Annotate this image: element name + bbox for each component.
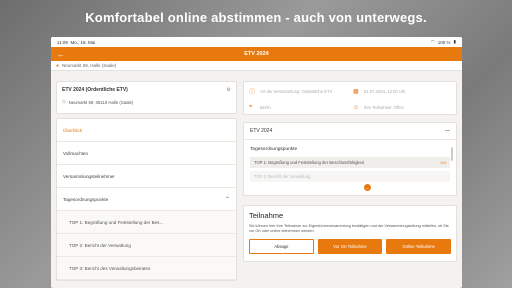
agenda-card: ETV 2024 — Tagesordnungspunkte TOP 1: Be… (243, 122, 457, 196)
chevron-up-icon: ⌃ (224, 196, 230, 203)
chevron-down-icon[interactable]: ⌄ (364, 184, 371, 191)
onsite-participation-button[interactable]: Vor Ort Teilnahme (317, 239, 383, 255)
settings-icon[interactable]: ⚙ (227, 87, 231, 93)
online-participation-button[interactable]: Online Teilnahme (386, 239, 452, 255)
event-address: Neumarkt 59, 06110 Halle (Saale) (68, 99, 134, 105)
info-circle-icon: ⓘ (249, 90, 256, 96)
nav-subitem-label: TOP 2: Bericht der Verwaltung (69, 242, 131, 248)
app-title: ETV 2024 (244, 51, 269, 57)
participation-card: Teilnahme Sie können hier Ihre Teilnahme… (243, 205, 457, 262)
calendar-icon: ▦ (353, 89, 359, 95)
participation-description: Sie können hier Ihre Teilnahme zur Eigen… (249, 224, 449, 234)
location-text: Neumarkt 59, Halle (Saale) (62, 63, 117, 68)
info-participation-text: Ihre Teilnahme: Offen (364, 105, 404, 110)
divider (244, 139, 456, 140)
collapse-icon[interactable]: — (445, 128, 450, 134)
info-city: ⌖ Berlin (249, 104, 347, 111)
battery-percent: 100 % (437, 39, 451, 45)
agenda-item-badge: 0/4 (440, 160, 446, 165)
nav-item-label: Vollmachten (63, 150, 89, 156)
event-info-card: ⓘ Art der Versammlung: Ordentliche ETV ▦… (243, 81, 457, 115)
nav-subitem-top3[interactable]: TOP 3: Bericht des Verwaltungsbeirates (57, 257, 236, 280)
info-city-text: Berlin (260, 105, 271, 110)
nav-item-label: Überblick (63, 127, 83, 133)
wifi-icon: ◠ (430, 39, 435, 44)
left-panel: ETV 2024 (Ordentliche ETV) ⚙ ⌂ Neumarkt … (56, 81, 237, 288)
info-datetime-text: 01.07.2024, 12:00 Uhr (364, 89, 406, 94)
app-bar: ← ETV 2024 (51, 47, 462, 61)
agenda-item-label: TOP 1: Begrüßung und Feststellung der Be… (254, 160, 364, 165)
decline-button[interactable]: Absage (249, 239, 314, 255)
person-icon: ☺ (353, 104, 360, 111)
arrow-left-icon[interactable]: ← (57, 50, 69, 59)
promo-headline: Komfortabel online abstimmen - auch von … (85, 10, 427, 25)
info-type-text: Art der Versammlung: Ordentliche ETV (260, 89, 333, 94)
status-bar: 11:09 Mo., 18. Mai ◠ 100 % ▮ (51, 37, 462, 47)
right-panel: ⓘ Art der Versammlung: Ordentliche ETV ▦… (243, 81, 457, 288)
agenda-item-top1[interactable]: TOP 1: Begrüßung und Feststellung der Be… (250, 157, 450, 168)
location-pin-icon: ⌖ (249, 104, 253, 110)
nav-item-agenda[interactable]: Tagesordnungspunkte ⌃ (57, 188, 236, 211)
status-date: Mo., 18. Mai (70, 39, 96, 45)
main-content: ETV 2024 (Ordentliche ETV) ⚙ ⌂ Neumarkt … (51, 71, 462, 288)
nav-item-proxies[interactable]: Vollmachten (57, 142, 236, 165)
nav-item-label: Versammlungsteilnehmer (63, 173, 115, 179)
participation-title: Teilnahme (249, 211, 284, 220)
house-icon: ⌂ (62, 99, 66, 105)
agenda-item-top2[interactable]: TOP 2: Bericht der Verwaltung (250, 171, 450, 182)
event-name: ETV 2024 (Ordentliche ETV) (62, 87, 128, 93)
tablet-screen: 11:09 Mo., 18. Mai ◠ 100 % ▮ ← ETV 2024 … (51, 37, 462, 288)
info-type: ⓘ Art der Versammlung: Ordentliche ETV (249, 87, 347, 96)
nav-subitem-label: TOP 3: Bericht des Verwaltungsbeirates (69, 265, 151, 271)
nav-subitem-top2[interactable]: TOP 2: Bericht der Verwaltung (57, 234, 236, 257)
status-time: 11:09 (57, 39, 68, 45)
nav-item-participants[interactable]: Versammlungsteilnehmer (57, 165, 236, 188)
nav-subitem-label: TOP 1: Begrüßung und Feststellung der Be… (69, 219, 164, 225)
side-navigation: Überblick Vollmachten Versammlungsteilne… (56, 118, 237, 281)
event-card[interactable]: ETV 2024 (Ordentliche ETV) ⚙ ⌂ Neumarkt … (56, 81, 237, 114)
nav-item-overview[interactable]: Überblick (57, 119, 236, 142)
agenda-header: ETV 2024 (250, 128, 273, 134)
info-participation: ☺ Ihre Teilnahme: Offen (353, 104, 451, 111)
location-bar: ● Neumarkt 59, Halle (Saale) (51, 61, 462, 71)
agenda-item-label: TOP 2: Bericht der Verwaltung (254, 174, 311, 179)
scrollbar[interactable] (451, 147, 453, 161)
agenda-subheader: Tagesordnungspunkte (250, 147, 298, 152)
info-datetime: ▦ 01.07.2024, 12:00 Uhr (353, 87, 451, 96)
nav-item-label: Tagesordnungspunkte (63, 196, 109, 202)
nav-subitem-top1[interactable]: TOP 1: Begrüßung und Feststellung der Be… (57, 211, 236, 234)
location-pin-icon: ● (56, 62, 60, 69)
battery-icon: ▮ (453, 39, 456, 44)
